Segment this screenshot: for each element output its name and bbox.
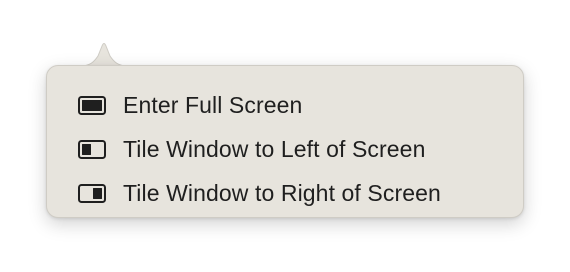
menu-item-label: Tile Window to Left of Screen [123,135,426,162]
menu-item-label: Tile Window to Right of Screen [123,179,441,206]
menu-item-tile-right[interactable]: Tile Window to Right of Screen [47,171,523,215]
popover-arrow [79,43,129,69]
popover-menu: Enter Full Screen Tile Window to Left of… [47,83,523,215]
menu-item-tile-left[interactable]: Tile Window to Left of Screen [47,127,523,171]
full-screen-icon [78,95,106,115]
window-tiling-popover-stage: Enter Full Screen Tile Window to Left of… [0,0,570,272]
menu-item-enter-full-screen[interactable]: Enter Full Screen [47,83,523,127]
tile-left-icon [78,139,106,159]
window-tiling-popover: Enter Full Screen Tile Window to Left of… [46,65,524,218]
menu-item-label: Enter Full Screen [123,91,303,118]
tile-right-icon [78,183,106,203]
